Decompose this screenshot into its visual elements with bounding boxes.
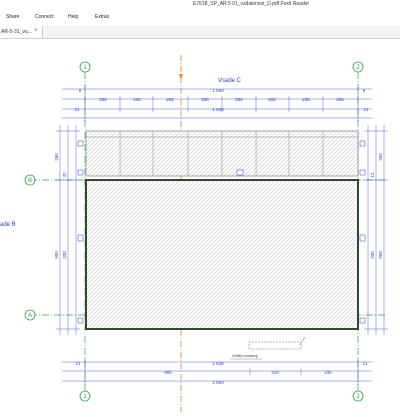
left-small-dim: 338 [62,251,67,259]
top-segment-5: 206 [235,97,243,102]
document-tab[interactable]: AR-5-31_vu... × [0,26,43,38]
note-frame [248,341,302,350]
floor-plan-drawing: 1 2 1 2 B A Vsade C ade B 1 650 206 236 … [0,55,388,412]
top-small-dim-right: 8 [363,88,366,93]
pdf-canvas[interactable]: 1 2 1 2 B A Vsade C ade B 1 650 206 236 … [0,39,400,412]
grid-bubble-a: A [24,309,36,321]
bottom-inner-dim: 1 628 [212,361,224,366]
top-segment-2: 236 [133,97,141,102]
bottom-segment-1: 995 [164,370,172,375]
top-overall-dim: 1 650 [212,88,224,93]
bottom-segment-3: 345 [324,370,332,375]
grid-bubble-1-bottom: 1 [79,390,91,402]
facade-c-label: Vsade C [218,78,242,84]
menu-connect[interactable]: Connect [35,14,54,20]
bottom-small-dim-right: 11 [363,361,368,366]
top-segment-1: 206 [99,97,107,102]
bottom-overall-dim: 1 650 [212,380,224,385]
right-small-dim-2: 12 [370,172,375,178]
grid-bubble-b: B [24,174,36,186]
svg-text:A: A [28,313,32,319]
document-tab-bar: AR-5-31_vu... × [0,26,400,39]
top-segment-3: 206 [166,97,174,102]
facade-b-label: ade B [0,222,16,228]
top-side-dim-left: 11 [75,107,80,112]
top-side-dim-right: 11 [364,107,369,112]
left-dimension-lines [56,125,80,335]
right-lower-dim: 950 [378,251,383,259]
floor-slab [85,179,359,330]
grid-bubble-1-top: 1 [79,61,91,73]
axis-arrow-icon [179,74,183,79]
right-dimension-lines [364,125,388,335]
top-small-dim-left: 8 [79,88,82,93]
window-title: E7618_SP_AR 5 01_vzdalenost_D.pdf Foxit … [193,1,310,7]
top-segment-6: 206 [268,97,276,102]
svg-text:B: B [28,178,32,184]
title-bar: E7618_SP_AR 5 01_vzdalenost_D.pdf Foxit … [0,0,400,9]
top-segment-7: 236 [302,97,310,102]
left-small-dim-2: 32 [62,172,67,178]
menu-help[interactable]: Help [68,14,78,20]
left-upper-dim: 266 [54,153,59,161]
note-leader [299,336,306,346]
grid-bubble-2-top: 2 [352,61,364,73]
right-upper-dim: 266 [378,153,383,161]
grid-bubble-2-bottom: 2 [352,390,364,402]
top-segment-8: 206 [336,97,344,102]
menu-bar: Share Connect Help Extras [0,9,400,26]
menu-share[interactable]: Share [6,14,19,20]
right-small-dim: 338 [370,251,375,259]
left-lower-dim: 950 [54,251,59,259]
top-inner-dim: 1 630 [212,107,224,112]
top-segment-4: 206 [201,97,209,102]
note-text: Vnitřní kontury [232,353,258,358]
bottom-small-dim-left: 11 [76,361,81,366]
document-tab-label: AR-5-31_vu... [1,29,32,35]
bottom-segment-2: 310 [271,370,279,375]
menu-extras[interactable]: Extras [95,14,109,20]
close-icon[interactable]: × [34,28,38,34]
